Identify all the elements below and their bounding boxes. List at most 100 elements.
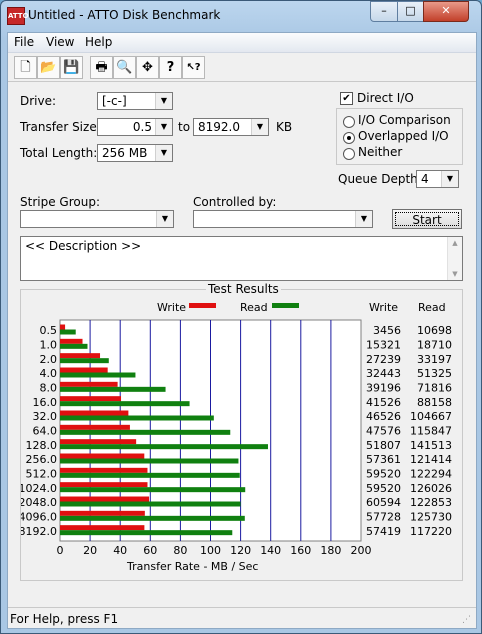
read-value-label: 126026 (410, 482, 452, 495)
queue-depth-label: Queue Depth: (338, 172, 422, 186)
transfer-size-label: 128.0 (26, 439, 58, 452)
drive-select[interactable]: [-c-] ▼ (97, 92, 173, 110)
maximize-button[interactable]: □ (397, 1, 424, 22)
write-value-label: 57419 (366, 525, 401, 538)
read-legend-swatch (272, 303, 299, 308)
write-bar (60, 424, 130, 430)
print-icon[interactable]: 🖶 (90, 56, 113, 79)
app-window: ATTO Untitled - ATTO Disk Benchmark – □ … (0, 0, 482, 634)
read-value-label: 51325 (417, 367, 452, 380)
direct-io-checkbox[interactable]: ✔ (340, 92, 353, 105)
move-icon[interactable]: ✥ (136, 56, 159, 79)
controlled-by-label: Controlled by: (193, 195, 277, 209)
scroll-up-icon[interactable]: ▲ (448, 239, 462, 247)
chevron-down-icon: ▼ (155, 145, 172, 161)
status-bar: For Help, press F1 ⋰ (8, 607, 476, 629)
x-tick-label: 80 (173, 544, 187, 557)
atto-app-icon[interactable]: ATTO (7, 7, 29, 25)
io-comparison-radio[interactable] (343, 116, 355, 128)
start-button[interactable]: Start (392, 209, 462, 229)
write-value-label: 46526 (366, 410, 401, 423)
menu-view[interactable]: View (46, 35, 74, 49)
write-bar (60, 353, 101, 359)
kb-label: KB (276, 120, 293, 134)
write-bar (60, 439, 137, 445)
overlapped-io-label: Overlapped I/O (358, 129, 449, 143)
transfer-size-label: Transfer Size: (20, 120, 101, 134)
resize-grip-icon[interactable]: ⋰ (462, 615, 474, 627)
read-bar (60, 386, 166, 392)
write-value-label: 59520 (366, 482, 401, 495)
write-bar (60, 338, 83, 344)
menu-file[interactable]: File (14, 35, 34, 49)
x-tick-label: 160 (290, 544, 311, 557)
x-tick-label: 140 (260, 544, 281, 557)
write-bar (60, 482, 148, 488)
read-bar (60, 530, 233, 536)
transfer-size-label: 1.0 (40, 339, 58, 352)
write-value-label: 60594 (366, 496, 401, 509)
menu-help[interactable]: Help (85, 35, 112, 49)
read-bar (60, 429, 231, 435)
new-icon[interactable]: 🗋 (14, 56, 37, 79)
description-scrollbar[interactable]: ▲ ▼ (447, 237, 462, 280)
chevron-down-icon: ▼ (441, 171, 458, 187)
read-value-label: 115847 (410, 425, 452, 438)
total-length-select[interactable]: 256 MB ▼ (97, 144, 173, 162)
transfer-size-label: 32.0 (33, 410, 58, 423)
controlled-by-select[interactable]: ▼ (193, 210, 373, 228)
write-bar (60, 367, 108, 373)
help-icon[interactable]: ? (159, 56, 182, 79)
close-button[interactable]: ✕ (423, 1, 469, 22)
drive-value: [-c-] (102, 94, 127, 108)
chevron-down-icon: ▼ (156, 211, 173, 227)
write-value-label: 41526 (366, 396, 401, 409)
write-bar (60, 410, 129, 416)
to-label: to (178, 120, 191, 134)
read-value-label: 122853 (410, 496, 452, 509)
write-bar (60, 453, 145, 459)
x-tick-label: 0 (57, 544, 64, 557)
read-legend-label: Read (240, 301, 268, 314)
open-icon[interactable]: 📂 (37, 56, 60, 79)
status-text: For Help, press F1 (10, 612, 119, 626)
read-value-label: 121414 (410, 453, 452, 466)
write-bar (60, 396, 122, 402)
neither-radio[interactable] (343, 148, 355, 160)
transfer-size-label: 4096.0 (21, 511, 57, 524)
read-bar (60, 343, 88, 349)
context-help-icon[interactable]: ↖? (182, 56, 205, 79)
neither-label: Neither (358, 145, 403, 159)
transfer-size-max-select[interactable]: 8192.0 ▼ (193, 118, 269, 136)
x-tick-label: 20 (83, 544, 97, 557)
transfer-size-label: 16.0 (33, 396, 58, 409)
write-value-label: 3456 (373, 324, 401, 337)
write-value-label: 32443 (366, 367, 401, 380)
print-preview-icon[interactable]: 🔍 (113, 56, 136, 79)
write-value-label: 59520 (366, 468, 401, 481)
title-bar[interactable]: ATTO Untitled - ATTO Disk Benchmark – □ … (1, 1, 481, 31)
transfer-size-label: 8192.0 (21, 525, 57, 538)
write-value-label: 57728 (366, 511, 401, 524)
transfer-size-min-select[interactable]: 0.5 ▼ (97, 118, 173, 136)
minimize-button[interactable]: – (370, 1, 398, 22)
description-textarea[interactable]: << Description >> ▲ ▼ (20, 236, 463, 281)
overlapped-io-radio[interactable] (343, 132, 355, 144)
read-bar (60, 415, 214, 421)
read-value-label: 122294 (410, 468, 452, 481)
chevron-down-icon: ▼ (155, 119, 172, 135)
x-tick-label: 120 (230, 544, 251, 557)
read-value-label: 125730 (410, 511, 452, 524)
menu-bar: File View Help (8, 33, 476, 53)
read-bar (60, 372, 136, 378)
stripe-group-label: Stripe Group: (20, 195, 100, 209)
save-icon[interactable]: 💾 (60, 56, 83, 79)
read-value-label: 104667 (410, 410, 452, 423)
stripe-group-select[interactable]: ▼ (20, 210, 174, 228)
queue-depth-select[interactable]: 4 ▼ (416, 170, 459, 188)
scroll-down-icon[interactable]: ▼ (448, 270, 462, 278)
read-bar (60, 329, 76, 335)
read-bar (60, 401, 190, 407)
write-value-label: 27239 (366, 353, 401, 366)
write-value-label: 57361 (366, 453, 401, 466)
